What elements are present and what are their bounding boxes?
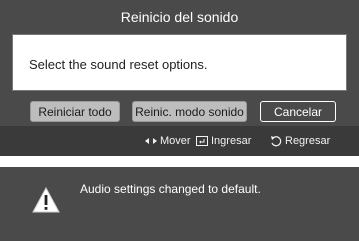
hint-enter: Ingresar: [196, 135, 251, 147]
left-right-arrows-icon: [145, 138, 157, 144]
warning-icon: [32, 187, 60, 213]
notice-message: Audio settings changed to default.: [80, 182, 261, 196]
reset-sound-mode-button[interactable]: Reinic. modo sonido: [132, 101, 247, 122]
audio-notice-banner: Audio settings changed to default.: [0, 167, 359, 241]
sound-reset-dialog: Reinicio del sonido Select the sound res…: [0, 0, 359, 156]
dialog-body: Select the sound reset options.: [12, 34, 347, 91]
dialog-title: Reinicio del sonido: [120, 9, 239, 25]
hint-move-label: Mover: [160, 135, 191, 147]
reset-all-button[interactable]: Reiniciar todo: [30, 101, 120, 122]
hint-enter-label: Ingresar: [211, 135, 252, 147]
hint-move: Mover: [145, 135, 191, 147]
cancel-button[interactable]: Cancelar: [260, 101, 336, 122]
hint-return: Regresar: [270, 135, 330, 147]
hint-bar: Mover Ingresar Regresar: [0, 126, 359, 156]
separator-gap: [0, 156, 359, 167]
hint-return-label: Regresar: [285, 135, 331, 147]
dialog-message: Select the sound reset options.: [29, 57, 208, 72]
enter-icon: [196, 136, 208, 146]
return-icon: [271, 136, 282, 147]
